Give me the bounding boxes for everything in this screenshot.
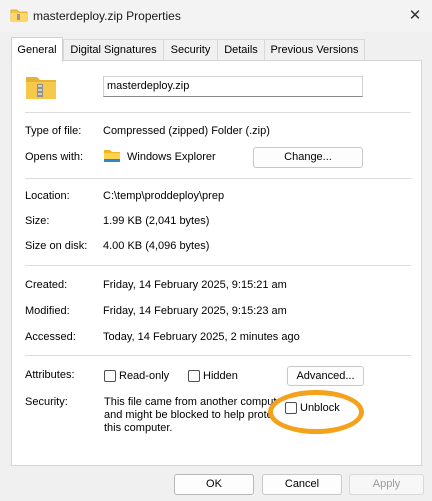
- highlight-circle: [268, 390, 364, 434]
- divider: [25, 355, 411, 356]
- opens-with-value: Windows Explorer: [127, 151, 216, 163]
- accessed-label: Accessed:: [25, 331, 76, 343]
- zip-folder-large-icon: [26, 77, 56, 99]
- security-text-line3: this computer.: [104, 422, 173, 434]
- divider: [25, 178, 411, 179]
- tab-security[interactable]: Security: [163, 39, 218, 61]
- security-text-line1: This file came from another comput: [104, 396, 277, 408]
- size-value: 1.99 KB (2,041 bytes): [103, 215, 210, 227]
- attributes-label: Attributes:: [25, 369, 75, 381]
- divider: [25, 265, 411, 266]
- tab-digital-signatures[interactable]: Digital Signatures: [63, 39, 164, 61]
- divider: [25, 112, 411, 113]
- zip-folder-icon: [10, 9, 28, 22]
- file-name-input[interactable]: masterdeploy.zip: [103, 76, 363, 97]
- window-title: masterdeploy.zip Properties: [33, 9, 181, 23]
- size-on-disk-value: 4.00 KB (4,096 bytes): [103, 240, 210, 252]
- accessed-value: Today, 14 February 2025, 2 minutes ago: [103, 331, 300, 343]
- read-only-checkbox[interactable]: [104, 370, 116, 382]
- location-value: C:\temp\proddeploy\prep: [103, 190, 225, 202]
- advanced-button[interactable]: Advanced...: [287, 366, 364, 386]
- hidden-checkbox[interactable]: [188, 370, 200, 382]
- close-button[interactable]: ✕: [405, 6, 425, 26]
- created-value: Friday, 14 February 2025, 9:15:21 am: [103, 279, 287, 291]
- explorer-folder-icon: [104, 150, 120, 162]
- created-label: Created:: [25, 279, 68, 291]
- apply-button[interactable]: Apply: [349, 474, 424, 495]
- tab-details[interactable]: Details: [217, 39, 265, 61]
- security-label: Security:: [25, 396, 68, 408]
- tab-previous-versions[interactable]: Previous Versions: [264, 39, 365, 61]
- opens-with-label: Opens with:: [25, 151, 84, 163]
- hidden-label[interactable]: Hidden: [203, 370, 238, 382]
- modified-value: Friday, 14 February 2025, 9:15:23 am: [103, 305, 287, 317]
- size-label: Size:: [25, 215, 50, 227]
- size-on-disk-label: Size on disk:: [25, 240, 88, 252]
- type-value: Compressed (zipped) Folder (.zip): [103, 125, 270, 137]
- modified-label: Modified:: [25, 305, 70, 317]
- change-button[interactable]: Change...: [253, 147, 363, 168]
- close-icon: ✕: [408, 7, 422, 24]
- cancel-button[interactable]: Cancel: [262, 474, 342, 495]
- type-label: Type of file:: [25, 125, 82, 137]
- ok-button[interactable]: OK: [174, 474, 254, 495]
- location-label: Location:: [25, 190, 70, 202]
- security-text-line2: and might be blocked to help prote: [104, 409, 273, 421]
- tab-general[interactable]: General: [11, 37, 63, 62]
- read-only-label[interactable]: Read-only: [119, 370, 169, 382]
